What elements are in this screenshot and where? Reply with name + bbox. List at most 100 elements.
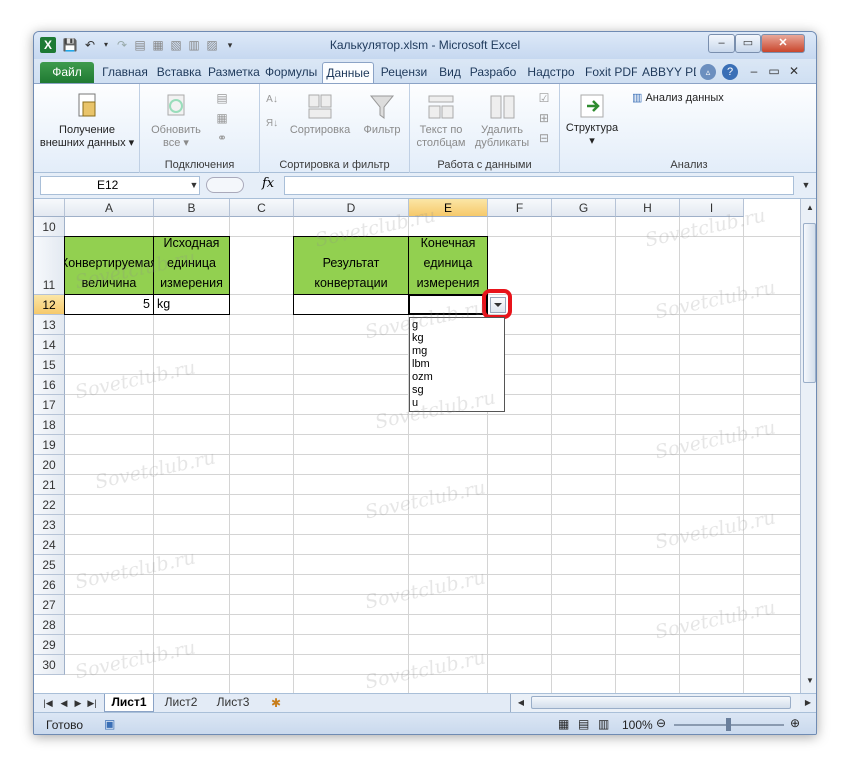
tab-view[interactable]: Вид	[436, 62, 464, 83]
tab-insert[interactable]: Вставка	[154, 62, 204, 83]
tab-review[interactable]: Рецензи	[376, 62, 432, 83]
row-header-27[interactable]: 27	[34, 595, 65, 615]
scroll-left-icon[interactable]: ◀	[513, 695, 529, 711]
collapse-ribbon-icon[interactable]: ▵	[700, 64, 716, 80]
dropdown-option[interactable]: lbm	[412, 358, 502, 371]
doc-close-icon[interactable]: ✕	[786, 63, 802, 79]
row-header-23[interactable]: 23	[34, 515, 65, 535]
first-sheet-icon[interactable]: |◀	[40, 695, 56, 711]
row-header-16[interactable]: 16	[34, 375, 65, 395]
column-header-a[interactable]: A	[65, 199, 154, 217]
page-break-view-icon[interactable]: ▥	[598, 717, 609, 731]
column-header-c[interactable]: C	[230, 199, 294, 217]
close-button[interactable]: ✕	[761, 34, 805, 53]
text-to-columns-button[interactable]: Текст по столбцам	[412, 92, 470, 150]
insert-sheet-icon[interactable]: ✱	[268, 695, 284, 711]
zoom-level[interactable]: 100%	[622, 718, 653, 732]
tab-foxit-pdf[interactable]: Foxit PDF	[583, 62, 637, 83]
cell-A11-header[interactable]: Конвертируемая величина	[64, 236, 154, 295]
formula-bar-splitter-icon[interactable]	[206, 177, 244, 193]
row-header-30[interactable]: 30	[34, 655, 65, 675]
normal-view-icon[interactable]: ▦	[558, 717, 569, 731]
page-layout-view-icon[interactable]: ▤	[578, 717, 589, 731]
expand-formula-bar-icon[interactable]: ▼	[798, 177, 814, 193]
row-header-24[interactable]: 24	[34, 535, 65, 555]
edit-links-icon[interactable]: ⚭	[214, 130, 230, 146]
name-box-dropdown-icon[interactable]: ▼	[186, 177, 202, 193]
row-header-28[interactable]: 28	[34, 615, 65, 635]
get-external-data-button[interactable]: Получение внешних данных ▾	[38, 92, 136, 150]
formula-input[interactable]	[284, 176, 794, 195]
macro-record-icon[interactable]: ▣	[104, 717, 115, 731]
data-analysis-button[interactable]: ▥ Анализ данных	[632, 92, 748, 105]
tab-data[interactable]: Данные	[322, 62, 374, 83]
column-header-g[interactable]: G	[552, 199, 616, 217]
row-header-13[interactable]: 13	[34, 315, 65, 335]
data-validation-icon[interactable]: ☑	[536, 90, 552, 106]
column-header-d[interactable]: D	[294, 199, 409, 217]
name-box[interactable]: E12	[40, 176, 200, 195]
tab-abbyy-pdf[interactable]: ABBYY PD	[640, 62, 696, 83]
row-header-15[interactable]: 15	[34, 355, 65, 375]
refresh-all-button[interactable]: Обновить все ▾	[144, 92, 208, 150]
tab-addins[interactable]: Надстро	[524, 62, 578, 83]
validation-dropdown-list[interactable]: g kg mg lbm ozm sg u	[409, 317, 505, 412]
cell-A12[interactable]: 5	[64, 294, 154, 315]
tab-page-layout[interactable]: Разметка	[206, 62, 260, 83]
scroll-down-icon[interactable]: ▼	[802, 673, 816, 689]
dropdown-option[interactable]: mg	[412, 345, 502, 358]
dropdown-option[interactable]: kg	[412, 332, 502, 345]
column-header-e[interactable]: E	[409, 199, 488, 217]
column-header-h[interactable]: H	[616, 199, 680, 217]
row-header-19[interactable]: 19	[34, 435, 65, 455]
column-header-f[interactable]: F	[488, 199, 552, 217]
cell-B11-header[interactable]: Исходная единица измерения	[153, 236, 230, 295]
doc-minimize-icon[interactable]: –	[746, 63, 762, 79]
dropdown-option[interactable]: sg	[412, 384, 502, 397]
scroll-up-icon[interactable]: ▲	[802, 200, 816, 216]
row-header-10[interactable]: 10	[34, 217, 65, 237]
zoom-in-icon[interactable]: ⊕	[790, 716, 800, 730]
filter-button[interactable]: Фильтр	[358, 92, 406, 137]
select-all-corner[interactable]	[34, 199, 65, 217]
dropdown-option[interactable]: g	[412, 319, 502, 332]
tab-home[interactable]: Главная	[98, 62, 152, 83]
cell-D12[interactable]	[293, 294, 409, 315]
consolidate-icon[interactable]: ⊞	[536, 110, 552, 126]
insert-function-icon[interactable]: fx	[262, 176, 274, 191]
sheet-tab-2[interactable]: Лист2	[156, 694, 206, 712]
row-header-18[interactable]: 18	[34, 415, 65, 435]
zoom-out-icon[interactable]: ⊖	[656, 716, 666, 730]
last-sheet-icon[interactable]: ▶|	[84, 695, 100, 711]
tab-developer[interactable]: Разрабо	[467, 62, 519, 83]
cell-E11-header[interactable]: Конечная единица измерения	[408, 236, 488, 295]
dropdown-option[interactable]: ozm	[412, 371, 502, 384]
properties-icon[interactable]: ▦	[214, 110, 230, 126]
column-header-i[interactable]: I	[680, 199, 744, 217]
minimize-button[interactable]: –	[708, 34, 735, 53]
outline-button[interactable]: Структура ▾	[562, 92, 622, 148]
column-header-b[interactable]: B	[154, 199, 230, 217]
sort-ascending-icon[interactable]: A↓	[264, 92, 280, 108]
cell-B12[interactable]: kg	[153, 294, 230, 315]
row-header-11[interactable]: 11	[34, 237, 65, 295]
cell-D11-header[interactable]: Результат конвертации	[293, 236, 409, 295]
horizontal-scroll-thumb[interactable]	[531, 696, 791, 709]
sort-descending-icon[interactable]: Я↓	[264, 116, 280, 132]
doc-restore-icon[interactable]: ▭	[766, 63, 782, 79]
horizontal-scrollbar[interactable]: ◀	[510, 694, 800, 712]
maximize-button[interactable]: ▭	[735, 34, 761, 53]
tab-formulas[interactable]: Формулы	[263, 62, 319, 83]
sheet-tab-3[interactable]: Лист3	[208, 694, 258, 712]
what-if-icon[interactable]: ⊟	[536, 130, 552, 146]
dropdown-option[interactable]: u	[412, 397, 502, 410]
row-header-29[interactable]: 29	[34, 635, 65, 655]
row-header-14[interactable]: 14	[34, 335, 65, 355]
row-header-17[interactable]: 17	[34, 395, 65, 415]
sheet-tab-1[interactable]: Лист1	[104, 694, 154, 712]
row-header-22[interactable]: 22	[34, 495, 65, 515]
row-header-21[interactable]: 21	[34, 475, 65, 495]
sort-button[interactable]: Сортировка	[286, 92, 354, 137]
row-header-26[interactable]: 26	[34, 575, 65, 595]
zoom-slider-thumb[interactable]	[726, 718, 731, 731]
